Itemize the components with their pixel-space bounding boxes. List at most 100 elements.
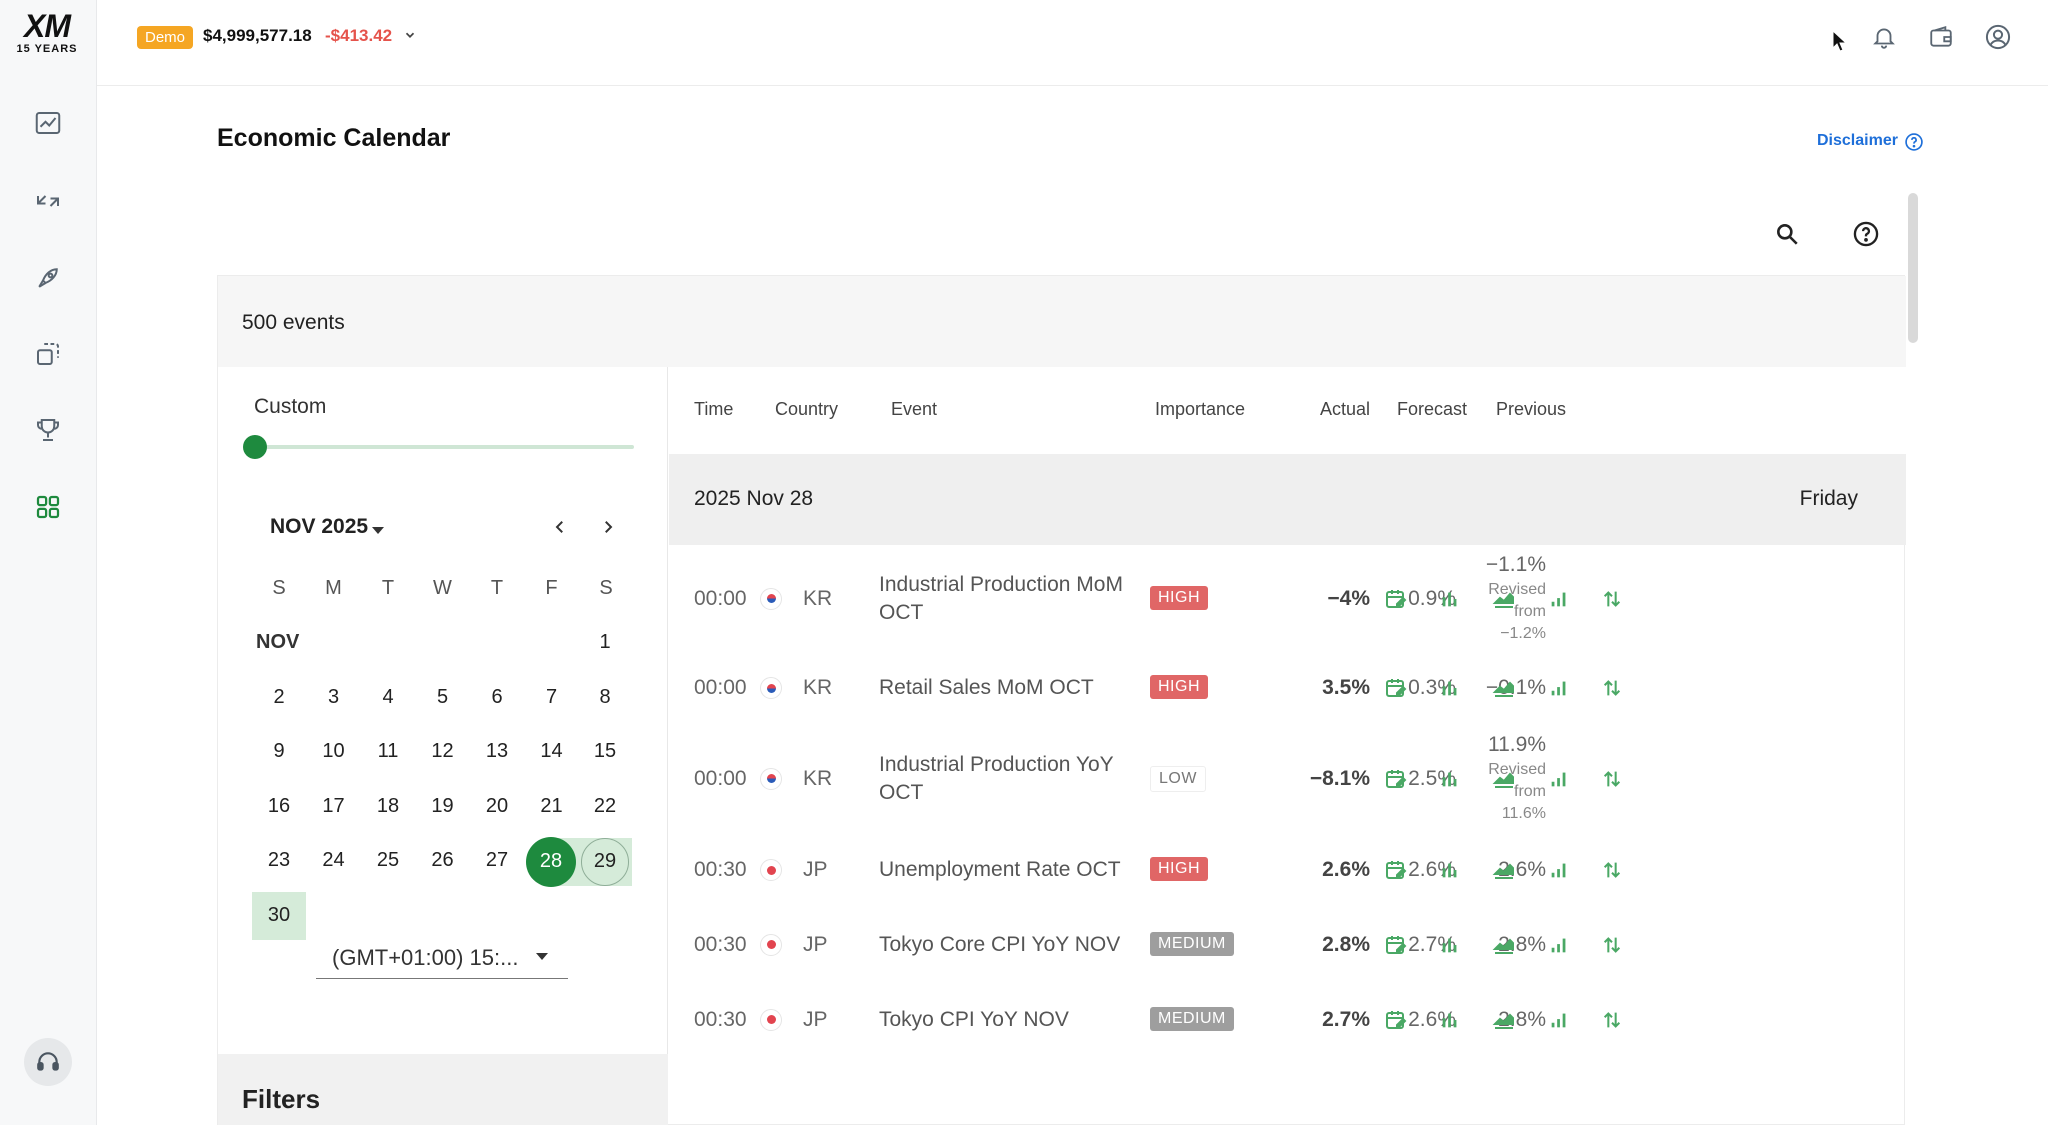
user-icon[interactable] (1981, 20, 2015, 54)
account-balance[interactable]: $4,999,577.18 (203, 26, 312, 46)
selected-day-start[interactable]: 28 (526, 836, 576, 887)
calendar-day[interactable]: 12 (416, 729, 470, 775)
search-icon[interactable] (1771, 218, 1803, 250)
event-name[interactable]: Tokyo Core CPI YoY NOV (879, 931, 1134, 959)
calendar-edit-icon[interactable] (1382, 1006, 1410, 1034)
area-chart-icon[interactable] (1490, 585, 1518, 613)
area-chart-icon[interactable] (1490, 931, 1518, 959)
table-row[interactable]: 00:00 KR Retail Sales MoM OCT HIGH 3.5% 0.3% −… (669, 652, 1906, 724)
calendar-day[interactable]: 25 (361, 838, 415, 884)
calendar-day[interactable]: 8 (578, 674, 632, 720)
calendar-day[interactable]: 17 (307, 783, 361, 829)
calendar-day[interactable]: 24 (307, 838, 361, 884)
copy-icon[interactable] (30, 336, 66, 372)
calendar-day[interactable]: 27 (470, 838, 524, 884)
event-name[interactable]: Industrial Production YoY OCT (879, 751, 1134, 807)
selected-day-end[interactable]: 29 (581, 837, 629, 886)
swap-vertical-icon[interactable] (1598, 765, 1626, 793)
event-name[interactable]: Industrial Production MoM OCT (879, 571, 1134, 627)
bell-icon[interactable] (1867, 20, 1901, 54)
calendar-day[interactable]: 5 (416, 674, 470, 720)
rocket-icon[interactable] (30, 260, 66, 296)
signal-bars-icon[interactable] (1545, 765, 1573, 793)
calendar-edit-icon[interactable] (1382, 674, 1410, 702)
swap-vertical-icon[interactable] (1598, 1006, 1626, 1034)
calendar-day[interactable]: 15 (578, 729, 632, 775)
trade-arrows-icon[interactable] (30, 183, 66, 219)
swap-vertical-icon[interactable] (1598, 674, 1626, 702)
swap-vertical-icon[interactable] (1598, 856, 1626, 884)
column-header-event[interactable]: Event (891, 399, 937, 420)
chevron-right-icon[interactable] (594, 513, 622, 541)
range-slider-handle[interactable] (243, 435, 267, 459)
swap-vertical-icon[interactable] (1598, 931, 1626, 959)
trophy-icon[interactable] (30, 412, 66, 448)
event-name[interactable]: Tokyo CPI YoY NOV (879, 1006, 1134, 1034)
area-chart-icon[interactable] (1490, 856, 1518, 884)
calendar-day[interactable]: 2 (252, 674, 306, 720)
table-row[interactable]: 00:00 KR Industrial Production YoY OCT LOW −… (669, 724, 1906, 833)
calendar-day[interactable]: 3 (307, 674, 361, 720)
caret-down-icon[interactable] (372, 527, 384, 534)
account-pnl[interactable]: -$413.42 (325, 26, 392, 46)
column-header-time[interactable]: Time (694, 399, 733, 420)
table-row[interactable]: 00:00 KR Industrial Production MoM OCT HIGH… (669, 545, 1906, 652)
wallet-icon[interactable] (1924, 20, 1958, 54)
calendar-day[interactable]: 11 (361, 729, 415, 775)
event-name[interactable]: Unemployment Rate OCT (879, 856, 1134, 884)
calendar-day[interactable]: 7 (525, 674, 579, 720)
signal-bars-icon[interactable] (1545, 674, 1573, 702)
calendar-edit-icon[interactable] (1382, 585, 1410, 613)
calendar-day[interactable]: 23 (252, 838, 306, 884)
range-slider-track[interactable] (256, 445, 634, 449)
signal-bars-icon[interactable] (1545, 856, 1573, 884)
calendar-day[interactable]: 13 (470, 729, 524, 775)
calendar-day[interactable]: 9 (252, 729, 306, 775)
chevron-down-icon[interactable] (403, 28, 417, 47)
calendar-day[interactable]: 14 (525, 729, 579, 775)
bar-chart-icon[interactable] (1436, 931, 1464, 959)
area-chart-icon[interactable] (1490, 674, 1518, 702)
calendar-day[interactable]: 20 (470, 783, 524, 829)
page-scrollbar[interactable] (1908, 193, 1918, 343)
calendar-day[interactable]: 26 (416, 838, 470, 884)
signal-bars-icon[interactable] (1545, 585, 1573, 613)
column-header-previous[interactable]: Previous (1496, 399, 1566, 420)
bar-chart-icon[interactable] (1436, 674, 1464, 702)
signal-bars-icon[interactable] (1545, 1006, 1573, 1034)
table-row[interactable]: 00:30 JP Unemployment Rate OCT HIGH 2.6% 2.6%… (669, 833, 1906, 907)
area-chart-icon[interactable] (1490, 765, 1518, 793)
bar-chart-icon[interactable] (1436, 856, 1464, 884)
calendar-day[interactable]: 21 (525, 783, 579, 829)
area-chart-icon[interactable] (1490, 1006, 1518, 1034)
column-header-country[interactable]: Country (775, 399, 838, 420)
column-header-actual[interactable]: Actual (1320, 399, 1370, 420)
chart-icon[interactable] (30, 105, 66, 141)
calendar-day[interactable]: 30 (252, 892, 306, 938)
calendar-day[interactable]: 4 (361, 674, 415, 720)
column-header-importance[interactable]: Importance (1155, 399, 1245, 420)
swap-vertical-icon[interactable] (1598, 585, 1626, 613)
month-select[interactable]: NOV 2025 (270, 515, 368, 539)
calendar-day[interactable]: 6 (470, 674, 524, 720)
help-circle-icon[interactable] (1904, 132, 1924, 157)
table-row[interactable]: 00:30 JP Tokyo Core CPI YoY NOV MEDIUM 2.8% 2… (669, 907, 1906, 982)
filters-section[interactable]: Filters (218, 1054, 668, 1125)
headset-icon[interactable] (24, 1038, 72, 1086)
event-name[interactable]: Retail Sales MoM OCT (879, 674, 1134, 702)
calendar-edit-icon[interactable] (1382, 931, 1410, 959)
column-header-forecast[interactable]: Forecast (1397, 399, 1467, 420)
help-icon[interactable] (1850, 218, 1882, 250)
chevron-left-icon[interactable] (546, 513, 574, 541)
calendar-day[interactable]: 18 (361, 783, 415, 829)
bar-chart-icon[interactable] (1436, 585, 1464, 613)
calendar-day[interactable]: 22 (578, 783, 632, 829)
calendar-day[interactable]: 1 (578, 620, 632, 666)
signal-bars-icon[interactable] (1545, 931, 1573, 959)
calendar-edit-icon[interactable] (1382, 856, 1410, 884)
bar-chart-icon[interactable] (1436, 1006, 1464, 1034)
calendar-edit-icon[interactable] (1382, 765, 1410, 793)
calendar-day[interactable]: 10 (307, 729, 361, 775)
demo-badge[interactable]: Demo (137, 26, 194, 49)
disclaimer-link[interactable]: Disclaimer (1817, 132, 1898, 150)
